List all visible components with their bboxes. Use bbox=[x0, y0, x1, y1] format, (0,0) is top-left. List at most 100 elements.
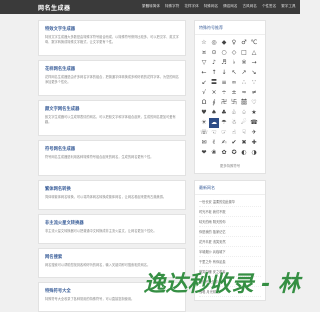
tool-card[interactable]: 符号网名生成器 符号网名生成器是利用各种特殊符号组合起来的网名，生成的网名更有个性… bbox=[38, 140, 186, 176]
symbol-item[interactable]: ☆ bbox=[199, 38, 209, 48]
symbol-item[interactable]: 卐 bbox=[229, 98, 239, 108]
symbol-item[interactable]: ❤ bbox=[199, 148, 209, 158]
latest-name-item[interactable]: 花开半夏 浅笑安然 bbox=[199, 237, 261, 247]
symbol-item[interactable]: ※ bbox=[239, 58, 249, 68]
symbol-item[interactable]: ♧ bbox=[229, 108, 239, 118]
symbol-item[interactable]: ÷ bbox=[219, 88, 229, 98]
symbol-item[interactable]: ☂ bbox=[219, 118, 229, 128]
tool-card-title[interactable]: 特效文字生成器 bbox=[45, 26, 179, 32]
symbol-item[interactable]: ✚ bbox=[249, 138, 259, 148]
symbol-item[interactable]: ≈ bbox=[239, 88, 249, 98]
symbol-item[interactable]: Ω bbox=[199, 98, 209, 108]
symbol-item[interactable]: ♂ bbox=[239, 38, 249, 48]
symbol-item[interactable]: ✪ bbox=[229, 148, 239, 158]
latest-name-item[interactable]: 晴天的雨 阴天的你 bbox=[199, 217, 261, 227]
tool-card[interactable]: 颜文字网名生成器 颜文字生成器可以生成带表情的网名，可以把颜文字和字体组合起来，生… bbox=[38, 100, 186, 136]
symbol-item[interactable]: ☟ bbox=[239, 128, 249, 138]
symbol-item[interactable]: □ bbox=[239, 48, 249, 58]
symbol-item[interactable]: ✉ bbox=[199, 138, 209, 148]
symbol-item[interactable]: ¤ bbox=[199, 48, 209, 58]
symbol-item[interactable]: ≠ bbox=[249, 88, 259, 98]
symbol-item[interactable]: ↖ bbox=[229, 68, 239, 78]
symbol-item[interactable]: ☃ bbox=[229, 118, 239, 128]
tool-card-title[interactable]: 符号网名生成器 bbox=[45, 146, 179, 152]
symbol-item[interactable]: ↙ bbox=[199, 78, 209, 88]
tool-card-title[interactable]: 繁体网名转换 bbox=[45, 186, 179, 192]
symbol-item[interactable]: ☝ bbox=[229, 128, 239, 138]
symbol-item[interactable]: ✿ bbox=[219, 148, 229, 158]
latest-name-item[interactable]: 你是我的 独家记忆 bbox=[199, 227, 261, 237]
nav-item[interactable]: 繁字工具 bbox=[281, 4, 295, 9]
latest-name-item[interactable]: 半城烟沙 兵临城下 bbox=[199, 247, 261, 257]
symbol-item[interactable]: ♤ bbox=[239, 108, 249, 118]
symbol-item[interactable]: ★ bbox=[249, 108, 259, 118]
symbol-item[interactable]: ☎ bbox=[249, 118, 259, 128]
symbol-item[interactable]: ◆ bbox=[219, 38, 229, 48]
symbol-item[interactable]: ◑ bbox=[249, 148, 259, 158]
symbol-item[interactable]: ♡ bbox=[249, 98, 259, 108]
symbol-item[interactable]: ♥ bbox=[199, 108, 209, 118]
symbol-item[interactable]: ♠ bbox=[209, 108, 219, 118]
symbol-item[interactable]: ↘ bbox=[249, 68, 259, 78]
tool-card[interactable]: 花样网名生成器 花样网名生成器是由许多网名字体的组合，把普通字体转换成多种好看的花… bbox=[38, 60, 186, 96]
symbol-item[interactable]: ± bbox=[229, 88, 239, 98]
nav-item[interactable]: 特殊网名 bbox=[204, 4, 218, 9]
symbol-item[interactable]: ≡ bbox=[219, 78, 229, 88]
symbol-item[interactable]: ✍ bbox=[219, 138, 229, 148]
symbol-item[interactable]: ☁ bbox=[209, 118, 219, 128]
symbol-item[interactable]: ☄ bbox=[239, 118, 249, 128]
nav-item[interactable]: 花样字体 bbox=[184, 4, 198, 9]
latest-name-item[interactable]: 一世长安 温柔的如此繁华 bbox=[199, 197, 261, 207]
tool-card[interactable]: 非主流火星文转换器 非主流火星文转换器可以把普通中文转换成非主流火星文，让网名更加… bbox=[38, 214, 186, 244]
symbol-item[interactable]: ∵ bbox=[249, 78, 259, 88]
symbol-item[interactable]: ∴ bbox=[239, 78, 249, 88]
symbol-item[interactable]: ▽ bbox=[199, 58, 209, 68]
latest-name-item[interactable]: 时光不老 我们不散 bbox=[199, 207, 261, 217]
symbol-item[interactable]: ⊙ bbox=[209, 48, 219, 58]
tool-card-title[interactable]: 花样网名生成器 bbox=[45, 66, 179, 72]
nav-item[interactable]: 繁體转简体 bbox=[142, 4, 160, 9]
symbol-item[interactable]: ↓ bbox=[219, 68, 229, 78]
symbol-item[interactable]: △ bbox=[249, 48, 259, 58]
symbol-item[interactable]: ♀ bbox=[229, 38, 239, 48]
nav-item[interactable]: 特殊字符 bbox=[165, 4, 179, 9]
more-symbols-link[interactable]: 更多特殊符号 bbox=[195, 161, 265, 173]
symbol-item[interactable]: ◇ bbox=[229, 48, 239, 58]
symbol-item[interactable]: → bbox=[249, 58, 259, 68]
symbol-item[interactable]: ∞ bbox=[229, 78, 239, 88]
symbol-item[interactable]: ✌ bbox=[209, 138, 219, 148]
symbol-item[interactable]: ♣ bbox=[219, 108, 229, 118]
symbol-item[interactable]: ✖ bbox=[239, 138, 249, 148]
symbol-item[interactable]: ♭ bbox=[229, 58, 239, 68]
tool-card[interactable]: 特效文字生成器 特效文字生成器大多数是由特殊字符号组合而成，以特殊符号修饰比较多，… bbox=[38, 20, 186, 56]
symbol-item[interactable]: ☜ bbox=[209, 128, 219, 138]
nav-item[interactable]: 古风网名 bbox=[242, 4, 256, 9]
symbol-item[interactable]: ← bbox=[199, 68, 209, 78]
symbol-item[interactable]: ❀ bbox=[209, 148, 219, 158]
symbol-item[interactable]: ↗ bbox=[239, 68, 249, 78]
symbol-item[interactable]: × bbox=[209, 88, 219, 98]
tool-card-title[interactable]: 非主流火星文转换器 bbox=[45, 220, 179, 226]
symbol-item[interactable]: ♬ bbox=[219, 58, 229, 68]
symbol-item[interactable]: ☞ bbox=[219, 128, 229, 138]
tool-card-title[interactable]: 颜文字网名生成器 bbox=[45, 106, 179, 112]
symbol-item[interactable]: ◎ bbox=[209, 38, 219, 48]
nav-item[interactable]: 情侣网名 bbox=[223, 4, 237, 9]
symbol-item[interactable]: √ bbox=[199, 88, 209, 98]
symbol-item[interactable]: ☏ bbox=[199, 128, 209, 138]
symbol-item[interactable]: ✈ bbox=[249, 128, 259, 138]
site-logo[interactable]: 网名生成器 bbox=[38, 3, 71, 12]
symbol-item[interactable]: 囍 bbox=[239, 98, 249, 108]
symbol-item[interactable]: ↑ bbox=[209, 68, 219, 78]
symbol-item[interactable]: ∮ bbox=[209, 98, 219, 108]
symbol-item[interactable]: ○ bbox=[219, 48, 229, 58]
symbol-item[interactable]: ☀ bbox=[199, 118, 209, 128]
tool-card[interactable]: 繁体网名转换 简体转繁体网名转换，可以将简体网名转换成繁体网名，让网名看起来更有古… bbox=[38, 180, 186, 210]
symbol-item[interactable]: ◐ bbox=[239, 148, 249, 158]
symbol-item[interactable]: ✔ bbox=[229, 138, 239, 148]
symbol-item[interactable]: ℃ bbox=[249, 38, 259, 48]
symbol-item[interactable]: 〓 bbox=[209, 78, 219, 88]
nav-item[interactable]: 个性签名 bbox=[262, 4, 276, 9]
symbol-item[interactable]: 卍 bbox=[219, 98, 229, 108]
symbol-item[interactable]: ♪ bbox=[209, 58, 219, 68]
